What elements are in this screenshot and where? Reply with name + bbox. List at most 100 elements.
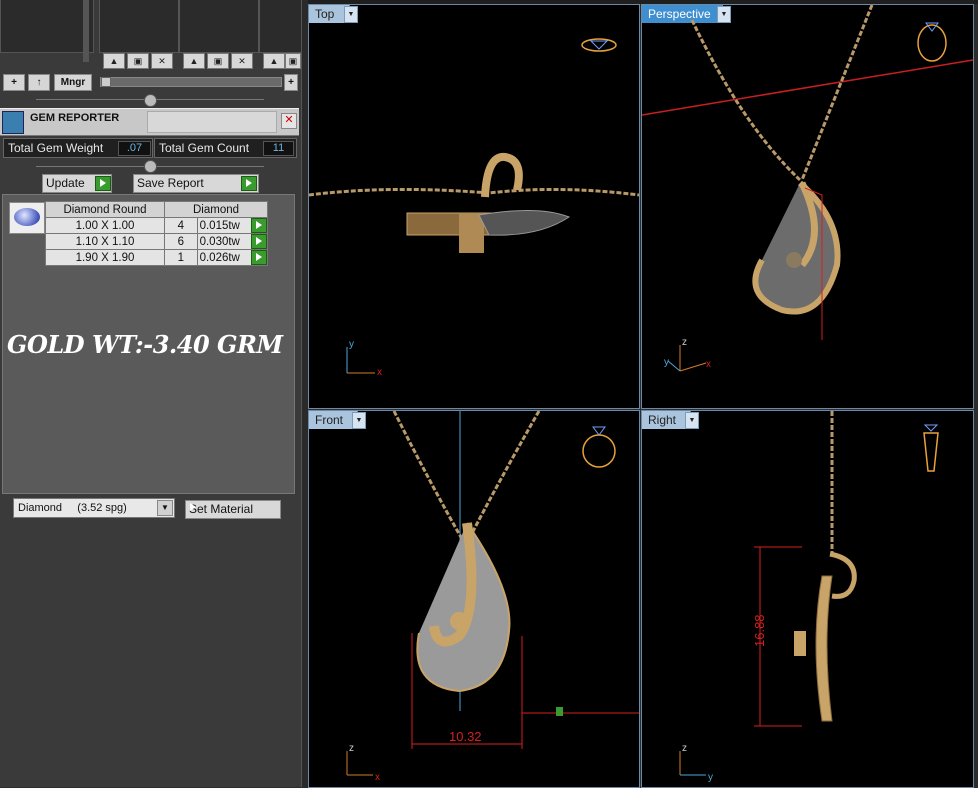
- axis-gizmo: z y: [679, 743, 713, 783]
- table-row[interactable]: 1.90 X 1.90 1 0.026tw: [45, 249, 269, 266]
- delete-icon[interactable]: ✕: [231, 53, 253, 69]
- gem-weight: 0.030tw: [199, 235, 240, 248]
- axis-z-label: z: [349, 743, 354, 754]
- play-icon: [241, 176, 257, 191]
- add-button[interactable]: +: [284, 74, 298, 91]
- play-icon: [95, 176, 111, 191]
- gem-weight: 0.015tw: [199, 219, 240, 232]
- top-view-render: y x: [309, 38, 639, 378]
- gem-size: 1.10 X 1.10: [45, 233, 165, 250]
- ring-gizmo-icon: [582, 426, 616, 468]
- thumbnail-slider[interactable]: [100, 77, 282, 87]
- pendant-render: [406, 153, 571, 253]
- gem-reporter-logo-icon: [2, 111, 24, 134]
- ring-gizmo-icon: [917, 22, 947, 62]
- axis-gizmo: z x y: [664, 337, 711, 372]
- axis-gizmo: y x: [346, 339, 382, 378]
- gem-weight: 0.026tw: [199, 251, 240, 264]
- gem-count: 6: [164, 233, 198, 250]
- right-view-render: 16.88 z y: [679, 411, 939, 783]
- axis-x-label: x: [375, 772, 380, 783]
- gem-count: 1: [164, 249, 198, 266]
- axis-y-label: y: [349, 339, 354, 350]
- axis-y-label: y: [708, 772, 713, 783]
- select-gem-button[interactable]: [251, 250, 267, 265]
- thumbnail-slot[interactable]: [259, 0, 303, 53]
- save-report-label: Save Report: [137, 176, 204, 190]
- thumbnail-slot[interactable]: [99, 0, 179, 53]
- set-material-label: Set Material: [189, 502, 254, 516]
- table-header: Diamond Round: [45, 201, 165, 218]
- thumbnail-slot[interactable]: [179, 0, 259, 53]
- save-report-button[interactable]: Save Report: [133, 174, 259, 193]
- drag-handle: [556, 707, 563, 716]
- viewport-right[interactable]: Right ▼ 16.88 z y: [641, 410, 974, 788]
- slider-handle[interactable]: [101, 77, 111, 87]
- viewport-top[interactable]: Top ▼ y x: [308, 4, 640, 409]
- update-label: Update: [46, 176, 85, 190]
- axis-x-label: x: [706, 359, 711, 370]
- header-field: [147, 111, 277, 133]
- delete-icon[interactable]: ✕: [151, 53, 173, 69]
- collapse-knob[interactable]: [144, 160, 157, 173]
- gem-reporter-header: GEM REPORTER ✕: [0, 108, 299, 136]
- perspective-view-render: z x y: [642, 5, 973, 372]
- save-icon[interactable]: ▣: [207, 53, 229, 69]
- ground-line: [642, 59, 973, 116]
- move-up-icon[interactable]: ▲: [103, 53, 125, 69]
- chain-icon: [309, 187, 639, 197]
- height-dimension-label: 16.88: [752, 614, 767, 647]
- collapse-knob[interactable]: [144, 94, 157, 107]
- chevron-down-icon[interactable]: ▼: [157, 500, 173, 516]
- chain-icon: [690, 5, 874, 182]
- diamond-round-icon: [9, 202, 45, 234]
- axis-z-label: z: [682, 337, 687, 348]
- panel-title: GEM REPORTER: [30, 112, 120, 124]
- move-up-icon[interactable]: ▲: [263, 53, 285, 69]
- table-header: Diamond: [164, 201, 268, 218]
- total-gem-weight-label: Total Gem Weight: [8, 141, 104, 155]
- chain-icon: [392, 411, 541, 540]
- pendant-render: [416, 522, 511, 693]
- pendant-render: [752, 180, 841, 340]
- manager-button[interactable]: Mngr: [54, 74, 92, 91]
- table-row[interactable]: 1.10 X 1.10 6 0.030tw: [45, 233, 269, 250]
- viewport-perspective[interactable]: Perspective ▼ z x y: [641, 4, 974, 409]
- gem-count: 4: [164, 217, 198, 234]
- front-view-render: 10.32 z x: [346, 411, 639, 783]
- axis-x-label: x: [377, 367, 382, 378]
- axis-y-label: y: [664, 357, 669, 368]
- pendant-render: [794, 551, 857, 722]
- update-button[interactable]: Update: [42, 174, 112, 193]
- select-gem-button[interactable]: [251, 218, 267, 233]
- total-gem-count-value: 11: [263, 141, 294, 156]
- ring-gizmo-icon: [923, 424, 939, 472]
- save-icon[interactable]: ▣: [285, 53, 301, 69]
- add-layer-button[interactable]: +: [3, 74, 25, 91]
- save-icon[interactable]: ▣: [127, 53, 149, 69]
- scrollbar[interactable]: [83, 0, 89, 62]
- total-gem-count-label: Total Gem Count: [159, 141, 250, 155]
- material-select[interactable]: Diamond (3.52 spg) ▼: [13, 498, 175, 518]
- up-button[interactable]: ↑: [28, 74, 50, 91]
- width-dimension-label: 10.32: [449, 729, 482, 744]
- gem-size: 1.00 X 1.00: [45, 217, 165, 234]
- thumbnail-slot[interactable]: [0, 0, 94, 62]
- set-material-button[interactable]: Set Material: [185, 500, 281, 519]
- move-up-icon[interactable]: ▲: [183, 53, 205, 69]
- left-panel: ▲ ▣ ✕ ▲ ▣ ✕ ▲ ▣ + ↑ Mngr + GEM REPORTER …: [0, 0, 303, 787]
- viewport-front[interactable]: Front ▼ 10.32 z x: [308, 410, 640, 788]
- total-gem-weight: Total Gem Weight .07: [3, 138, 153, 158]
- select-gem-button[interactable]: [251, 234, 267, 249]
- gold-weight-note: GOLD WT:-3.40 GRM: [7, 330, 283, 359]
- gem-table: Diamond Round Diamond 1.00 X 1.00 4 0.01…: [45, 201, 269, 266]
- total-gem-count: Total Gem Count 11: [154, 138, 297, 158]
- axis-gizmo: z x: [346, 743, 380, 783]
- gem-size: 1.90 X 1.90: [45, 249, 165, 266]
- axis-z-label: z: [682, 743, 687, 754]
- close-icon[interactable]: ✕: [281, 113, 297, 129]
- total-gem-weight-value: .07: [118, 141, 151, 156]
- ring-gizmo-icon: [581, 38, 617, 52]
- layer-thumbnails: ▲ ▣ ✕ ▲ ▣ ✕ ▲ ▣: [0, 0, 303, 70]
- table-row[interactable]: 1.00 X 1.00 4 0.015tw: [45, 217, 269, 234]
